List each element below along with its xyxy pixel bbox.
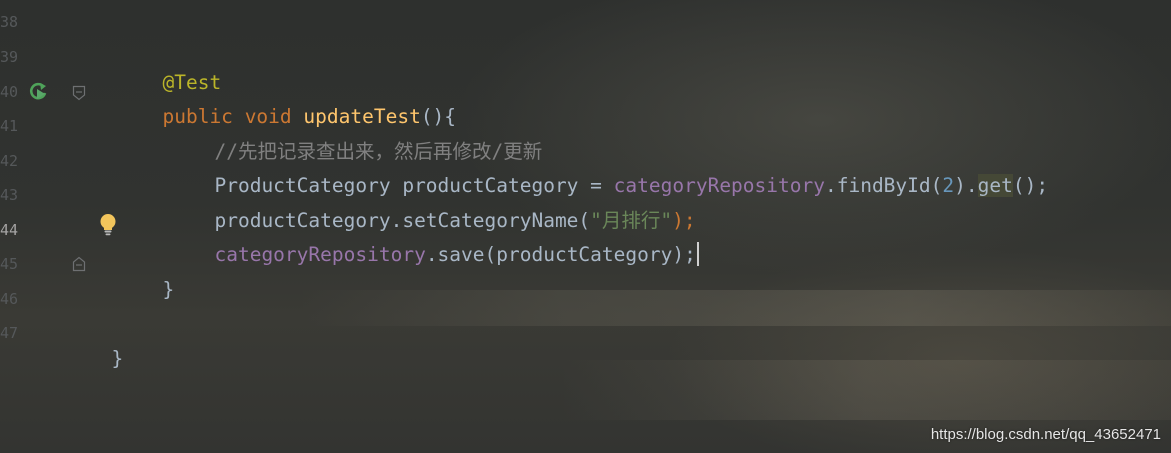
background-decoration — [560, 360, 1171, 420]
run-test-icon[interactable] — [27, 80, 51, 104]
code-line-39[interactable]: @Test — [139, 44, 221, 94]
field-reference: categoryRepository — [214, 243, 426, 266]
highlighted-get-call: get — [977, 174, 1013, 197]
line-number: 38 — [0, 13, 19, 31]
fold-marker-icon[interactable] — [72, 85, 86, 105]
line-number: 46 — [0, 290, 19, 308]
line-number-active: 44 — [0, 221, 19, 239]
line-number: 40 — [0, 83, 19, 101]
line-number: 41 — [0, 117, 19, 135]
line-number: 43 — [0, 186, 19, 204]
call-close: ). — [954, 174, 978, 197]
background-decoration — [300, 290, 1171, 326]
statement-end: (); — [1012, 174, 1049, 197]
number-literal: 2 — [942, 174, 955, 197]
fold-marker-icon[interactable] — [72, 256, 86, 276]
code-line-45[interactable]: } — [139, 251, 174, 301]
closing-brace: } — [111, 347, 124, 370]
method-call: .save(productCategory); — [425, 243, 696, 266]
code-line-44[interactable]: categoryRepository.save(productCategory)… — [191, 216, 699, 266]
text-caret — [696, 242, 699, 266]
editor-gutter[interactable]: 38 39 40 41 42 43 44 45 46 47 — [0, 0, 90, 453]
line-number: 45 — [0, 255, 19, 273]
watermark-text: https://blog.csdn.net/qq_43652471 — [930, 426, 1161, 443]
closing-brace: } — [162, 278, 175, 301]
code-line-40[interactable]: public void updateTest(){ — [139, 78, 456, 128]
method-call: .findById( — [824, 174, 943, 197]
line-number: 39 — [0, 48, 19, 66]
intention-bulb-icon[interactable] — [99, 213, 117, 237]
code-line-47[interactable]: } — [88, 320, 123, 370]
line-number: 42 — [0, 152, 19, 170]
code-line-43[interactable]: productCategory.setCategoryName("月排行"); — [191, 182, 695, 232]
code-line-41[interactable]: //先把记录查出来，然后再修改/更新 — [191, 113, 542, 163]
line-number: 47 — [0, 324, 19, 342]
code-line-42[interactable]: ProductCategory productCategory = catego… — [191, 147, 1048, 197]
